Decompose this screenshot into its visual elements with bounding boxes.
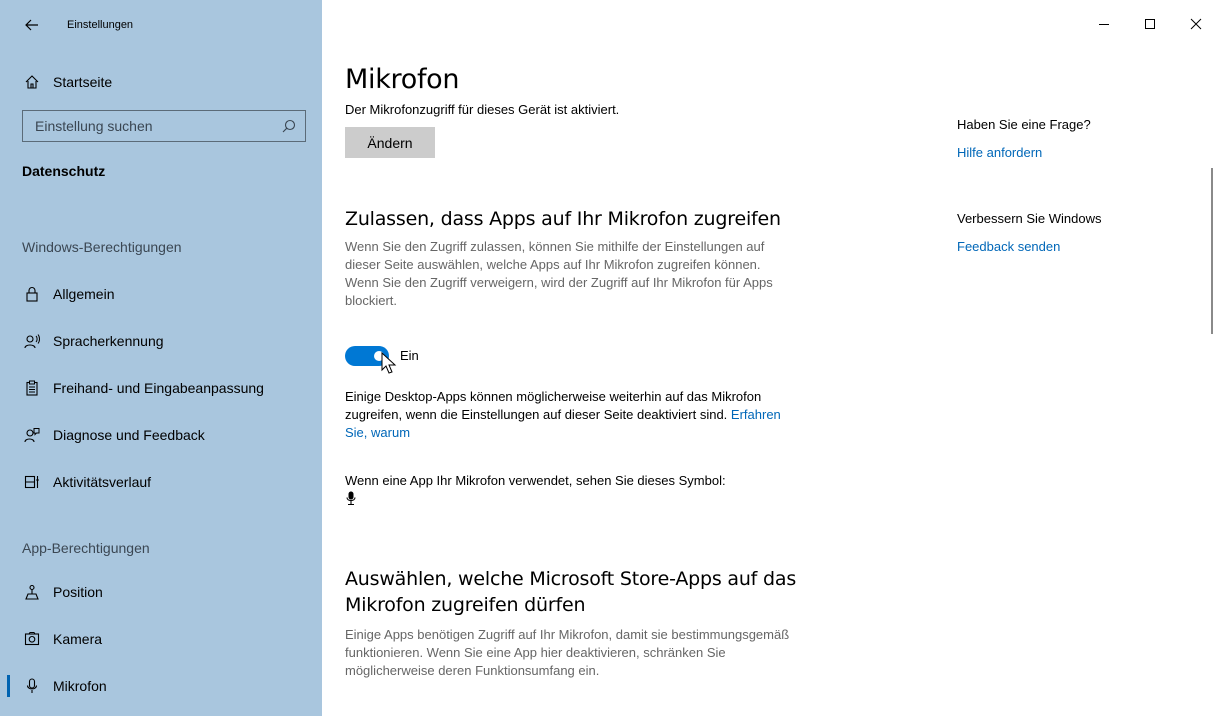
toggle-label: Ein bbox=[400, 348, 419, 363]
close-icon bbox=[1190, 18, 1202, 30]
help-link[interactable]: Hilfe anfordern bbox=[957, 145, 1042, 160]
desktop-apps-note: Einige Desktop-Apps können möglicherweis… bbox=[345, 388, 795, 442]
speech-icon bbox=[23, 332, 41, 350]
sidebar: Einstellungen Startseite Einstellung suc… bbox=[0, 0, 322, 716]
allow-section-heading: Zulassen, dass Apps auf Ihr Mikrofon zug… bbox=[345, 208, 781, 230]
sidebar-item-label: Aktivitätsverlauf bbox=[53, 474, 152, 490]
sidebar-item-position[interactable]: Position bbox=[0, 572, 322, 612]
timeline-icon bbox=[23, 473, 41, 491]
store-heading-line1: Auswählen, welche Microsoft Store-Apps a… bbox=[345, 568, 797, 590]
sidebar-item-label: Allgemein bbox=[53, 286, 115, 302]
allow-section-description: Wenn Sie den Zugriff zulassen, können Si… bbox=[345, 239, 773, 308]
store-section-description: Einige Apps benötigen Zugriff auf Ihr Mi… bbox=[345, 627, 790, 678]
search-input[interactable]: Einstellung suchen bbox=[22, 110, 306, 142]
access-status: Der Mikrofonzugriff für dieses Gerät ist… bbox=[345, 102, 620, 117]
camera-icon bbox=[23, 630, 41, 648]
sidebar-item-label: Freihand- und Eingabeanpassung bbox=[53, 380, 264, 396]
minimize-button[interactable] bbox=[1092, 12, 1116, 36]
section-heading-apps: App-Berechtigungen bbox=[22, 540, 150, 556]
store-heading-line2: Mikrofon zugreifen dürfen bbox=[345, 594, 586, 616]
sidebar-item-aktivitaetsverlauf[interactable]: Aktivitätsverlauf bbox=[0, 462, 322, 502]
sidebar-item-label: Diagnose und Feedback bbox=[53, 427, 205, 443]
sidebar-item-label: Kamera bbox=[53, 631, 103, 647]
home-icon bbox=[23, 73, 41, 91]
lock-icon bbox=[23, 285, 41, 303]
back-button[interactable] bbox=[22, 15, 42, 35]
sidebar-item-freihand[interactable]: Freihand- und Eingabeanpassung bbox=[0, 368, 322, 408]
symbol-note: Wenn eine App Ihr Mikrofon verwendet, se… bbox=[345, 473, 726, 488]
arrow-left-icon bbox=[25, 19, 38, 31]
location-icon bbox=[23, 583, 41, 601]
sidebar-item-label: Position bbox=[53, 584, 103, 600]
page-title: Mikrofon bbox=[345, 64, 460, 95]
sidebar-item-label: Mikrofon bbox=[53, 678, 107, 694]
sidebar-item-diagnose[interactable]: Diagnose und Feedback bbox=[0, 415, 322, 455]
search-placeholder: Einstellung suchen bbox=[35, 118, 153, 134]
sidebar-item-label: Startseite bbox=[53, 74, 113, 90]
sidebar-item-spracherkennung[interactable]: Spracherkennung bbox=[0, 321, 322, 361]
mouse-cursor-icon bbox=[381, 352, 397, 374]
question-heading: Haben Sie eine Frage? bbox=[957, 117, 1091, 132]
clipboard-icon bbox=[23, 379, 41, 397]
group-title: Datenschutz bbox=[22, 163, 106, 179]
sidebar-item-kamera[interactable]: Kamera bbox=[0, 619, 322, 659]
sidebar-item-mikrofon[interactable]: Mikrofon bbox=[0, 666, 322, 706]
desktop-apps-note-text: Einige Desktop-Apps können möglicherweis… bbox=[345, 389, 762, 422]
microphone-icon bbox=[23, 677, 41, 695]
change-button[interactable]: Ändern bbox=[345, 127, 435, 158]
maximize-button[interactable] bbox=[1138, 12, 1162, 36]
close-button[interactable] bbox=[1184, 12, 1208, 36]
section-heading-windows: Windows-Berechtigungen bbox=[22, 239, 182, 255]
minimize-icon bbox=[1099, 24, 1109, 25]
maximize-icon bbox=[1145, 19, 1155, 29]
feedback-icon bbox=[23, 426, 41, 444]
active-indicator bbox=[7, 675, 10, 697]
improve-heading: Verbessern Sie Windows bbox=[957, 211, 1102, 226]
microphone-icon bbox=[346, 491, 356, 505]
store-section-heading: Auswählen, welche Microsoft Store-Apps a… bbox=[345, 566, 796, 618]
feedback-link[interactable]: Feedback senden bbox=[957, 239, 1060, 254]
search-icon[interactable] bbox=[282, 119, 296, 133]
sidebar-item-home[interactable]: Startseite bbox=[0, 62, 322, 102]
sidebar-item-label: Spracherkennung bbox=[53, 333, 164, 349]
sidebar-item-allgemein[interactable]: Allgemein bbox=[0, 274, 322, 314]
app-title: Einstellungen bbox=[67, 19, 134, 31]
